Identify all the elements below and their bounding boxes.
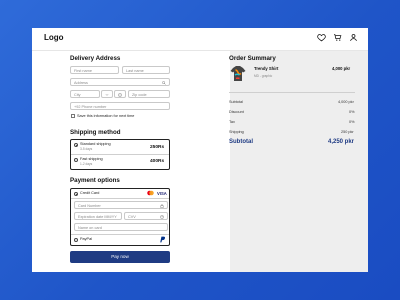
fast-shipping-price: 400Rs [150, 159, 165, 164]
header-icons [317, 33, 358, 42]
city-placeholder: City [74, 93, 81, 97]
help-icon [160, 215, 164, 219]
standard-shipping-price: 250Rs [150, 145, 165, 150]
chevron-down-icon [105, 94, 109, 96]
order-summary-panel [230, 51, 368, 272]
product-thumbnail[interactable] [230, 65, 246, 82]
cvv-placeholder: CVV [128, 215, 136, 219]
expiry-field[interactable]: Expiration date MM/YY [74, 212, 122, 220]
last-name-placeholder: Last name [126, 69, 144, 73]
standard-shipping-radio[interactable] [74, 143, 78, 147]
subtotal-value: 4,000 pkr [338, 100, 354, 104]
fast-shipping-name: Fast shipping [80, 157, 103, 161]
visa-logo: VISA [157, 191, 167, 196]
address-field[interactable]: Address [70, 78, 170, 86]
card-number-field[interactable]: Card Number [74, 201, 168, 209]
mastercard-icon [147, 190, 154, 196]
zip-code-field[interactable]: Zip code [128, 90, 170, 98]
zip-code-placeholder: Zip code [132, 93, 147, 97]
page-background: { "header": { "logo": "Logo" }, "deliver… [0, 0, 400, 300]
name-on-card-placeholder: Name on card [78, 226, 102, 230]
fast-shipping-eta: 1-2 days [80, 162, 93, 166]
payment-divider [71, 198, 169, 199]
top-navigation: Logo [32, 28, 368, 51]
first-name-field[interactable]: First name [70, 66, 119, 74]
fast-shipping-radio[interactable] [74, 158, 78, 162]
shipping-label: Shipping [229, 130, 244, 134]
paypal-icon [160, 236, 165, 243]
cart-icon[interactable] [333, 33, 342, 42]
discount-value: 0% [349, 110, 355, 114]
info-icon [118, 93, 122, 97]
expiry-placeholder: Expiration date MM/YY [78, 215, 117, 219]
pay-now-button[interactable]: Pay now [70, 251, 170, 263]
lock-icon [160, 204, 164, 208]
paypal-divider [71, 234, 169, 235]
subtotal-label: Subtotal [229, 100, 243, 104]
discount-label: Discount [229, 110, 244, 114]
first-name-placeholder: First name [74, 69, 92, 73]
phone-placeholder: +92 Phone number [74, 105, 107, 109]
product-price: 4,000 pkr [332, 66, 351, 71]
phone-field[interactable]: +92 Phone number [70, 102, 170, 110]
tax-label: Tax [229, 120, 235, 124]
name-on-card-field[interactable]: Name on card [74, 223, 168, 231]
shipping-divider [71, 154, 169, 155]
save-info-checkbox[interactable] [71, 114, 75, 118]
city-field[interactable]: City [70, 90, 100, 98]
logo[interactable]: Logo [44, 33, 64, 42]
standard-shipping-name: Standard shipping [80, 142, 111, 146]
shipping-title: Shipping method [70, 129, 121, 136]
credit-card-label: Credit Card [80, 191, 100, 195]
last-name-field[interactable]: Last name [122, 66, 170, 74]
paypal-label: PayPal [80, 237, 93, 241]
delivery-title: Delivery Address [70, 55, 121, 62]
search-icon [162, 81, 166, 85]
save-info-label: Save this information for next time [77, 114, 135, 118]
product-variant: MD - graphic [254, 74, 273, 78]
product-name: Trendy Shirt [254, 66, 279, 71]
paypal-radio[interactable] [74, 238, 78, 242]
info-button[interactable] [114, 90, 126, 98]
order-summary-title: Order Summary [229, 55, 276, 62]
address-placeholder: Address [74, 81, 88, 85]
tax-value: 0% [349, 120, 355, 124]
payment-title: Payment options [70, 177, 120, 184]
standard-shipping-eta: 3-5 days [80, 147, 93, 151]
region-select[interactable] [101, 90, 113, 98]
heart-icon[interactable] [317, 33, 326, 42]
total-value: 4,250 pkr [328, 139, 355, 145]
card-number-placeholder: Card Number [78, 204, 101, 208]
shipping-value: 250 pkr [341, 130, 354, 134]
cvv-field[interactable]: CVV [124, 212, 168, 220]
user-icon[interactable] [349, 33, 358, 42]
credit-card-radio[interactable] [74, 192, 78, 196]
summary-divider [229, 92, 355, 93]
total-label: Subtotal [229, 139, 253, 145]
